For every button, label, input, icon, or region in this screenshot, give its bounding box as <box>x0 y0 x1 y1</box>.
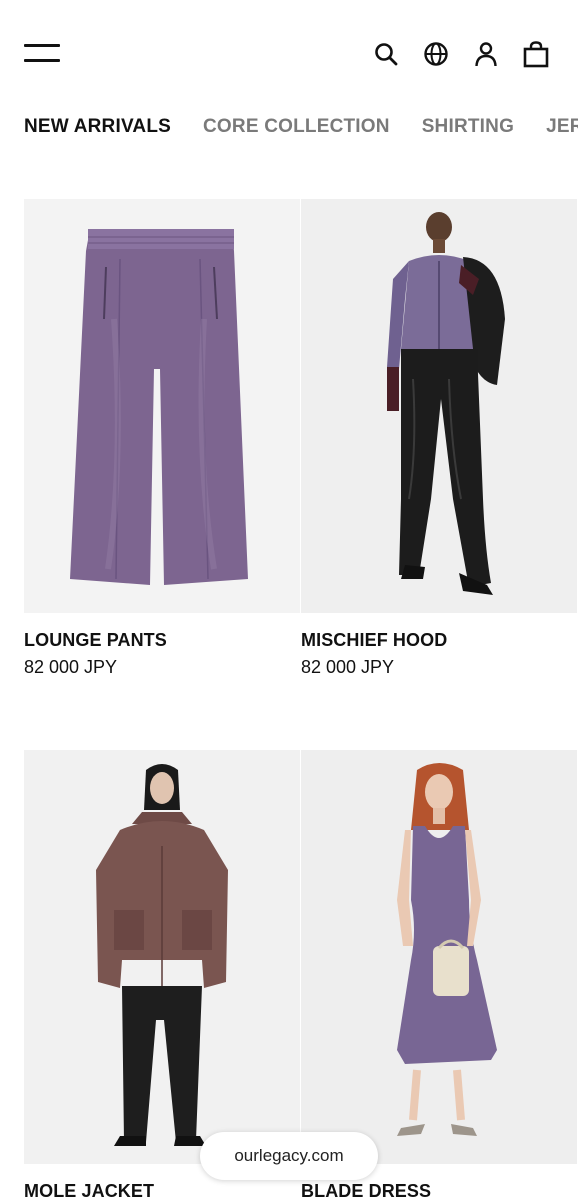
url-bar[interactable]: ourlegacy.com <box>200 1132 378 1180</box>
tab-jersey[interactable]: JERSEY <box>546 116 578 138</box>
product-image[interactable] <box>301 199 577 613</box>
account-icon[interactable] <box>472 40 500 68</box>
globe-icon[interactable] <box>422 40 450 68</box>
tab-new-arrivals[interactable]: NEW ARRIVALS <box>24 116 171 138</box>
hamburger-menu-icon[interactable] <box>24 42 60 64</box>
product-image[interactable] <box>24 750 300 1164</box>
product-card[interactable]: LOUNGE PANTS 82 000 JPY <box>24 199 300 678</box>
product-image[interactable] <box>24 199 300 613</box>
tab-shirting[interactable]: SHIRTING <box>422 116 514 138</box>
shopping-bag-icon[interactable] <box>522 40 550 68</box>
product-name[interactable]: MISCHIEF HOOD <box>301 630 577 651</box>
product-name[interactable]: LOUNGE PANTS <box>24 630 300 651</box>
product-price: 82 000 JPY <box>301 657 395 677</box>
search-icon[interactable] <box>372 40 400 68</box>
product-name[interactable]: BLADE DRESS <box>301 1181 577 1200</box>
product-image[interactable] <box>301 750 577 1164</box>
category-nav: NEW ARRIVALS CORE COLLECTION SHIRTING JERSE… <box>24 116 578 140</box>
product-price: 82 000 JPY <box>24 657 118 677</box>
top-header <box>0 0 578 100</box>
product-name[interactable]: MOLE JACKET <box>24 1181 300 1200</box>
product-card[interactable]: MISCHIEF HOOD 82 000 JPY <box>301 199 577 678</box>
tab-core-collection[interactable]: CORE COLLECTION <box>203 116 390 138</box>
